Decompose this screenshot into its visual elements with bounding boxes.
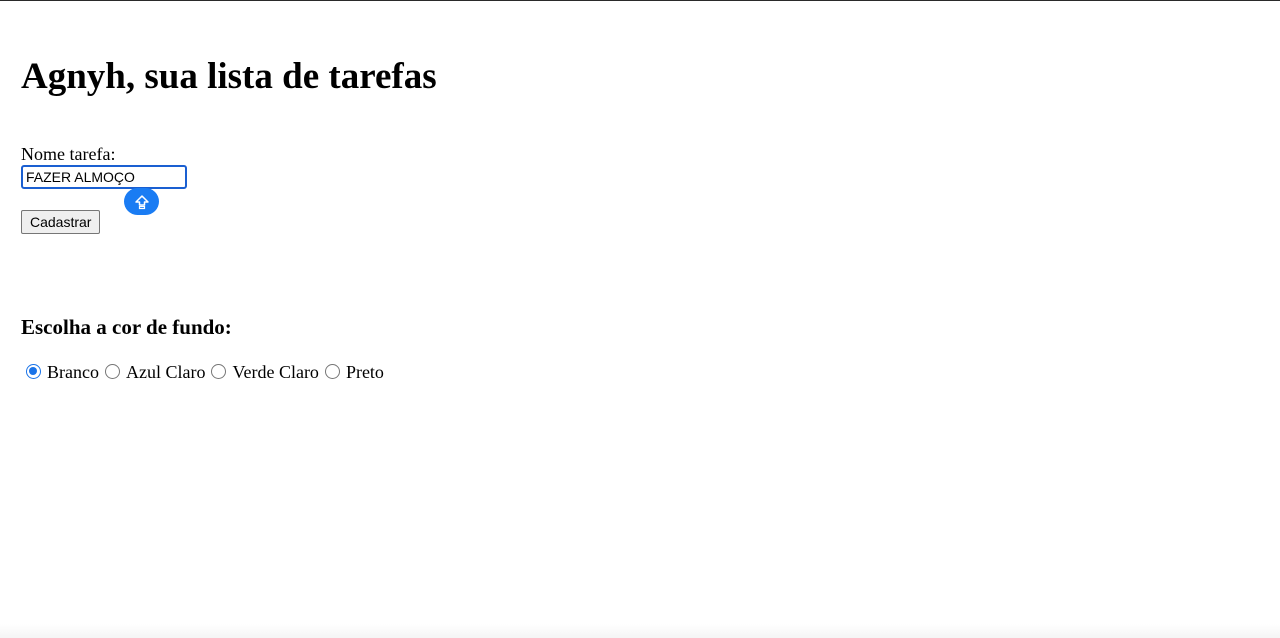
bottom-edge-shadow: [0, 624, 1280, 638]
radio-label-azul-claro: Azul Claro: [125, 362, 206, 382]
keyboard-shift-badge[interactable]: [124, 188, 159, 215]
register-task-button[interactable]: Cadastrar: [21, 210, 101, 234]
radio-button-branco[interactable]: [26, 363, 41, 379]
radio-option-branco[interactable]: Branco: [21, 361, 100, 383]
background-color-heading: Escolha a cor de fundo:: [21, 315, 232, 339]
page-title: Agnyh, sua lista de tarefas: [21, 56, 437, 97]
task-name-label: Nome tarefa:: [21, 144, 116, 164]
radio-option-verde-claro[interactable]: Verde Claro: [206, 361, 319, 383]
radio-button-azul-claro[interactable]: [104, 363, 120, 379]
radio-label-branco: Branco: [47, 362, 99, 382]
shift-arrow-icon: [134, 194, 149, 209]
radio-button-verde-claro[interactable]: [211, 363, 227, 379]
radio-option-azul-claro[interactable]: Azul Claro: [100, 361, 206, 383]
background-color-options: Branco Azul Claro Verde Claro Preto: [21, 361, 385, 383]
radio-option-preto[interactable]: Preto: [320, 361, 385, 383]
radio-label-verde-claro: Verde Claro: [232, 362, 319, 382]
radio-label-preto: Preto: [345, 362, 384, 382]
radio-button-preto[interactable]: [324, 363, 340, 379]
task-name-input[interactable]: [21, 165, 187, 189]
